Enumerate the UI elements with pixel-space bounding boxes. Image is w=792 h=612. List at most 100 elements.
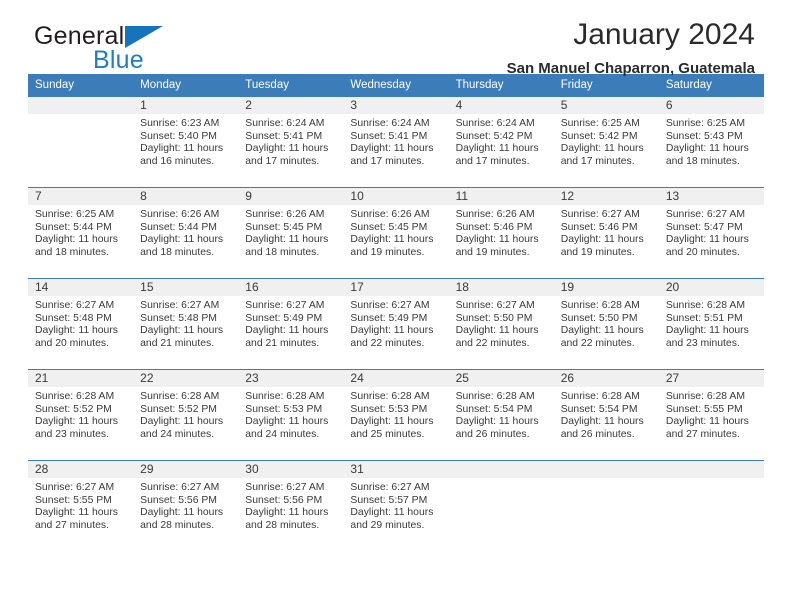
calendar-day-cell[interactable]: 1 Sunrise: 6:23 AM Sunset: 5:40 PM Dayli… <box>133 97 239 188</box>
sunset-text: Sunset: 5:42 PM <box>560 130 638 142</box>
calendar-day-cell[interactable]: 18 Sunrise: 6:27 AM Sunset: 5:50 PM Dayl… <box>448 278 554 370</box>
calendar-day-cell[interactable]: 29 Sunrise: 6:27 AM Sunset: 5:56 PM Dayl… <box>133 460 239 551</box>
calendar-day-cell[interactable]: 3 Sunrise: 6:24 AM Sunset: 5:41 PM Dayli… <box>343 97 449 188</box>
day-number: 8 <box>133 188 239 205</box>
calendar-day-cell[interactable]: 16 Sunrise: 6:27 AM Sunset: 5:49 PM Dayl… <box>238 278 344 370</box>
daylight-text-line1: Daylight: 11 hours <box>245 234 329 246</box>
calendar-day-cell[interactable]: 20 Sunrise: 6:28 AM Sunset: 5:51 PM Dayl… <box>658 278 764 370</box>
sunset-text: Sunset: 5:42 PM <box>455 130 533 142</box>
daylight-text-line1: Daylight: 11 hours <box>35 234 118 246</box>
daylight-text-line2: and 18 minutes. <box>245 246 320 258</box>
sunrise-text: Sunrise: 6:27 AM <box>350 482 430 493</box>
sunset-text: Sunset: 5:48 PM <box>140 312 217 324</box>
calendar-day-cell[interactable]: 11 Sunrise: 6:26 AM Sunset: 5:46 PM Dayl… <box>448 187 554 279</box>
sunset-text: Sunset: 5:50 PM <box>455 312 533 324</box>
calendar-day-cell[interactable]: 14 Sunrise: 6:27 AM Sunset: 5:48 PM Dayl… <box>28 278 134 370</box>
sunrise-text: Sunrise: 6:27 AM <box>350 300 430 311</box>
weekday-header-monday: Monday <box>133 74 239 97</box>
daylight-text-line1: Daylight: 11 hours <box>35 325 118 337</box>
sunrise-text: Sunrise: 6:26 AM <box>140 209 220 220</box>
calendar-day-cell[interactable] <box>658 460 764 551</box>
sunset-text: Sunset: 5:54 PM <box>560 403 638 415</box>
daylight-text-line1: Daylight: 11 hours <box>350 234 434 246</box>
sunrise-text: Sunrise: 6:28 AM <box>665 391 745 402</box>
daylight-text-line2: and 21 minutes. <box>140 337 215 349</box>
calendar-day-cell[interactable]: 4 Sunrise: 6:24 AM Sunset: 5:42 PM Dayli… <box>448 97 554 188</box>
daylight-text-line1: Daylight: 11 hours <box>350 507 434 519</box>
day-details: Sunrise: 6:28 AM Sunset: 5:54 PM Dayligh… <box>449 387 554 441</box>
sunset-text: Sunset: 5:45 PM <box>245 221 323 233</box>
day-number: 14 <box>28 279 134 296</box>
calendar-day-cell[interactable]: 27 Sunrise: 6:28 AM Sunset: 5:55 PM Dayl… <box>658 369 764 461</box>
page-title: January 2024 <box>573 18 755 51</box>
daylight-text-line1: Daylight: 11 hours <box>35 416 118 428</box>
day-details: Sunrise: 6:26 AM Sunset: 5:44 PM Dayligh… <box>133 205 238 259</box>
calendar-week-row: 1 Sunrise: 6:23 AM Sunset: 5:40 PM Dayli… <box>28 97 764 188</box>
calendar-day-cell[interactable]: 6 Sunrise: 6:25 AM Sunset: 5:43 PM Dayli… <box>658 97 764 188</box>
calendar-day-cell[interactable] <box>28 97 134 188</box>
calendar-day-cell[interactable]: 13 Sunrise: 6:27 AM Sunset: 5:47 PM Dayl… <box>658 187 764 279</box>
general-blue-logo[interactable]: General Blue <box>34 22 244 74</box>
calendar-day-cell[interactable]: 12 Sunrise: 6:27 AM Sunset: 5:46 PM Dayl… <box>553 187 659 279</box>
day-details: Sunrise: 6:27 AM Sunset: 5:49 PM Dayligh… <box>238 296 343 350</box>
calendar-week-row: 14 Sunrise: 6:27 AM Sunset: 5:48 PM Dayl… <box>28 278 764 370</box>
daylight-text-line1: Daylight: 11 hours <box>350 416 434 428</box>
calendar-day-cell[interactable]: 15 Sunrise: 6:27 AM Sunset: 5:48 PM Dayl… <box>133 278 239 370</box>
calendar-day-cell[interactable] <box>448 460 554 551</box>
daylight-text-line2: and 22 minutes. <box>560 337 635 349</box>
sunrise-text: Sunrise: 6:27 AM <box>665 209 745 220</box>
weekday-header-saturday: Saturday <box>658 74 764 97</box>
sunset-text: Sunset: 5:52 PM <box>140 403 217 415</box>
calendar-day-cell[interactable]: 8 Sunrise: 6:26 AM Sunset: 5:44 PM Dayli… <box>133 187 239 279</box>
calendar-week-row: 7 Sunrise: 6:25 AM Sunset: 5:44 PM Dayli… <box>28 187 764 279</box>
calendar-day-cell[interactable]: 23 Sunrise: 6:28 AM Sunset: 5:53 PM Dayl… <box>238 369 344 461</box>
calendar-day-cell[interactable]: 31 Sunrise: 6:27 AM Sunset: 5:57 PM Dayl… <box>343 460 449 551</box>
day-number: 5 <box>553 97 659 114</box>
calendar-day-cell[interactable]: 5 Sunrise: 6:25 AM Sunset: 5:42 PM Dayli… <box>553 97 659 188</box>
sunset-text: Sunset: 5:54 PM <box>455 403 533 415</box>
day-details: Sunrise: 6:28 AM Sunset: 5:51 PM Dayligh… <box>659 296 764 350</box>
day-details: Sunrise: 6:27 AM Sunset: 5:47 PM Dayligh… <box>659 205 764 259</box>
calendar-day-cell[interactable]: 30 Sunrise: 6:27 AM Sunset: 5:56 PM Dayl… <box>238 460 344 551</box>
calendar-day-cell[interactable]: 9 Sunrise: 6:26 AM Sunset: 5:45 PM Dayli… <box>238 187 344 279</box>
calendar-day-cell[interactable]: 22 Sunrise: 6:28 AM Sunset: 5:52 PM Dayl… <box>133 369 239 461</box>
sunset-text: Sunset: 5:43 PM <box>665 130 743 142</box>
day-details: Sunrise: 6:24 AM Sunset: 5:42 PM Dayligh… <box>449 114 554 168</box>
daylight-text-line1: Daylight: 11 hours <box>245 507 329 519</box>
day-number: 2 <box>238 97 344 114</box>
calendar-day-cell[interactable]: 26 Sunrise: 6:28 AM Sunset: 5:54 PM Dayl… <box>553 369 659 461</box>
daylight-text-line2: and 25 minutes. <box>350 428 425 440</box>
calendar-day-cell[interactable]: 19 Sunrise: 6:28 AM Sunset: 5:50 PM Dayl… <box>553 278 659 370</box>
sunrise-text: Sunrise: 6:24 AM <box>455 118 535 129</box>
daylight-text-line1: Daylight: 11 hours <box>560 234 644 246</box>
sunrise-text: Sunrise: 6:28 AM <box>560 391 640 402</box>
calendar-body: 1 Sunrise: 6:23 AM Sunset: 5:40 PM Dayli… <box>28 97 764 551</box>
day-details <box>449 478 554 482</box>
calendar-day-cell[interactable]: 24 Sunrise: 6:28 AM Sunset: 5:53 PM Dayl… <box>343 369 449 461</box>
daylight-text-line2: and 19 minutes. <box>455 246 530 258</box>
calendar-day-cell[interactable]: 25 Sunrise: 6:28 AM Sunset: 5:54 PM Dayl… <box>448 369 554 461</box>
calendar-day-cell[interactable]: 7 Sunrise: 6:25 AM Sunset: 5:44 PM Dayli… <box>28 187 134 279</box>
day-details: Sunrise: 6:28 AM Sunset: 5:53 PM Dayligh… <box>238 387 343 441</box>
calendar-day-cell[interactable]: 17 Sunrise: 6:27 AM Sunset: 5:49 PM Dayl… <box>343 278 449 370</box>
daylight-text-line1: Daylight: 11 hours <box>665 143 749 155</box>
weekday-header-tuesday: Tuesday <box>238 74 344 97</box>
day-number: 3 <box>343 97 449 114</box>
page-subtitle: San Manuel Chaparron, Guatemala <box>506 60 755 77</box>
daylight-text-line2: and 23 minutes. <box>665 337 740 349</box>
sunrise-text: Sunrise: 6:26 AM <box>455 209 535 220</box>
calendar-day-cell[interactable]: 2 Sunrise: 6:24 AM Sunset: 5:41 PM Dayli… <box>238 97 344 188</box>
day-number: 12 <box>553 188 659 205</box>
day-number: 9 <box>238 188 344 205</box>
calendar-day-cell[interactable] <box>553 460 659 551</box>
calendar-week-row: 21 Sunrise: 6:28 AM Sunset: 5:52 PM Dayl… <box>28 369 764 461</box>
day-number: 24 <box>343 370 449 387</box>
day-number: 1 <box>133 97 239 114</box>
calendar-day-cell[interactable]: 28 Sunrise: 6:27 AM Sunset: 5:55 PM Dayl… <box>28 460 134 551</box>
day-details: Sunrise: 6:27 AM Sunset: 5:49 PM Dayligh… <box>343 296 448 350</box>
calendar-day-cell[interactable]: 10 Sunrise: 6:26 AM Sunset: 5:45 PM Dayl… <box>343 187 449 279</box>
day-details: Sunrise: 6:27 AM Sunset: 5:48 PM Dayligh… <box>28 296 133 350</box>
calendar-day-cell[interactable]: 21 Sunrise: 6:28 AM Sunset: 5:52 PM Dayl… <box>28 369 134 461</box>
day-number <box>553 461 659 478</box>
calendar-week-row: 28 Sunrise: 6:27 AM Sunset: 5:55 PM Dayl… <box>28 460 764 551</box>
